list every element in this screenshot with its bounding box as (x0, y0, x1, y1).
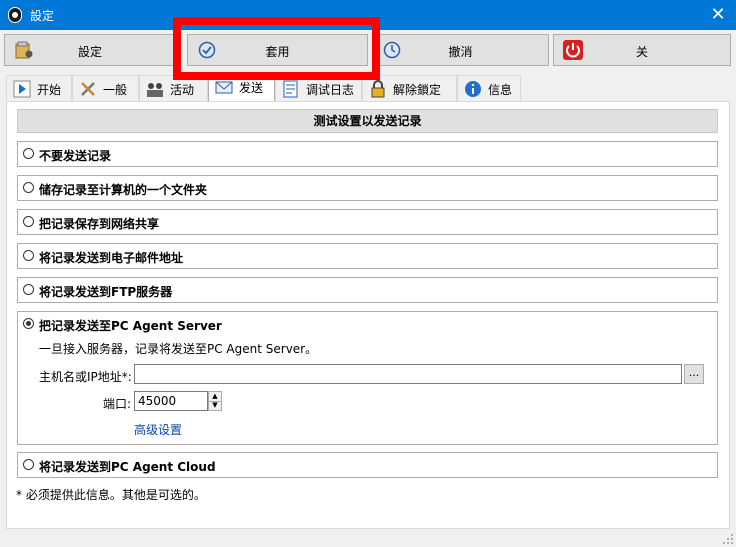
tab-debug-log-label: 调试日志 (306, 83, 355, 97)
option-network-share[interactable]: 把记录保存到网络共享 (17, 209, 718, 235)
option-label: 把记录发送至PC Agent Server (39, 319, 222, 333)
tab-activity-label: 活动 (170, 83, 195, 97)
resize-grip-icon[interactable] (722, 533, 734, 545)
highlight-box (173, 17, 380, 80)
window-title: 設定 (30, 9, 55, 23)
option-label: 不要发送记录 (39, 149, 112, 163)
radio-button[interactable] (23, 250, 34, 261)
option-do-not-send[interactable]: 不要发送记录 (17, 141, 718, 167)
section-title: 测试设置以发送记录 (17, 109, 718, 133)
tab-general[interactable]: 一般 (72, 75, 139, 101)
people-icon (147, 83, 163, 97)
close-button[interactable]: ✕ (704, 2, 732, 28)
option-label: 将记录发送到PC Agent Cloud (39, 460, 216, 474)
option-ftp[interactable]: 将记录发送到FTP服务器 (17, 277, 718, 303)
host-label: 主机名或IP地址*: (39, 370, 132, 384)
option-pc-agent-cloud[interactable]: 将记录发送到PC Agent Cloud (17, 452, 718, 478)
radio-button[interactable] (23, 182, 34, 193)
close-app-button-label: 关 (635, 45, 648, 59)
app-icon (8, 7, 22, 23)
server-description: 一旦接入服务器，记录将发送至PC Agent Server。 (39, 342, 318, 356)
radio-button-selected[interactable] (23, 318, 34, 329)
option-label: 把记录保存到网络共享 (39, 217, 160, 231)
radio-button[interactable] (23, 148, 34, 159)
tab-start[interactable]: 开始 (6, 75, 72, 101)
info-icon (465, 81, 481, 97)
option-label: 将记录发送到电子邮件地址 (39, 251, 184, 265)
spin-down-icon[interactable]: ▼ (209, 401, 221, 410)
radio-button[interactable] (23, 459, 34, 470)
port-label: 端口: (103, 397, 132, 411)
required-footnote: * 必须提供此信息。其他是可选的。 (16, 488, 206, 502)
tab-send-label: 发送 (239, 81, 264, 95)
option-save-folder[interactable]: 储存记录至计算机的一个文件夹 (17, 175, 718, 201)
option-label: 储存记录至计算机的一个文件夹 (39, 183, 208, 197)
browse-button[interactable]: ... (684, 364, 704, 384)
port-spinner[interactable]: ▲ ▼ (208, 391, 222, 411)
tab-unlock-label: 解除鎖定 (393, 83, 442, 97)
undo-button[interactable]: 撤消 (372, 34, 549, 66)
lock-icon (371, 80, 385, 98)
send-mail-icon (215, 81, 233, 94)
option-email[interactable]: 将记录发送到电子邮件地址 (17, 243, 718, 269)
radio-button[interactable] (23, 284, 34, 295)
tab-general-label: 一般 (103, 83, 128, 97)
option-label: 将记录发送到FTP服务器 (39, 285, 173, 299)
option-pc-agent-server[interactable]: 把记录发送至PC Agent Server 一旦接入服务器，记录将发送至PC A… (17, 311, 718, 445)
radio-button[interactable] (23, 216, 34, 227)
tab-info[interactable]: 信息 (457, 75, 521, 101)
tools-icon (81, 82, 95, 96)
close-app-button[interactable]: 关 (553, 34, 731, 66)
advanced-settings-link[interactable]: 高级设置 (134, 421, 182, 438)
settings-button-label: 設定 (77, 45, 102, 59)
settings-button[interactable]: 設定 (4, 34, 176, 66)
log-icon (283, 80, 298, 98)
play-icon (13, 80, 31, 98)
undo-button-label: 撤消 (448, 45, 473, 59)
port-input[interactable]: 45000 (134, 391, 208, 411)
host-input[interactable] (134, 364, 682, 384)
tab-start-label: 开始 (37, 83, 62, 97)
tab-info-label: 信息 (488, 83, 513, 97)
